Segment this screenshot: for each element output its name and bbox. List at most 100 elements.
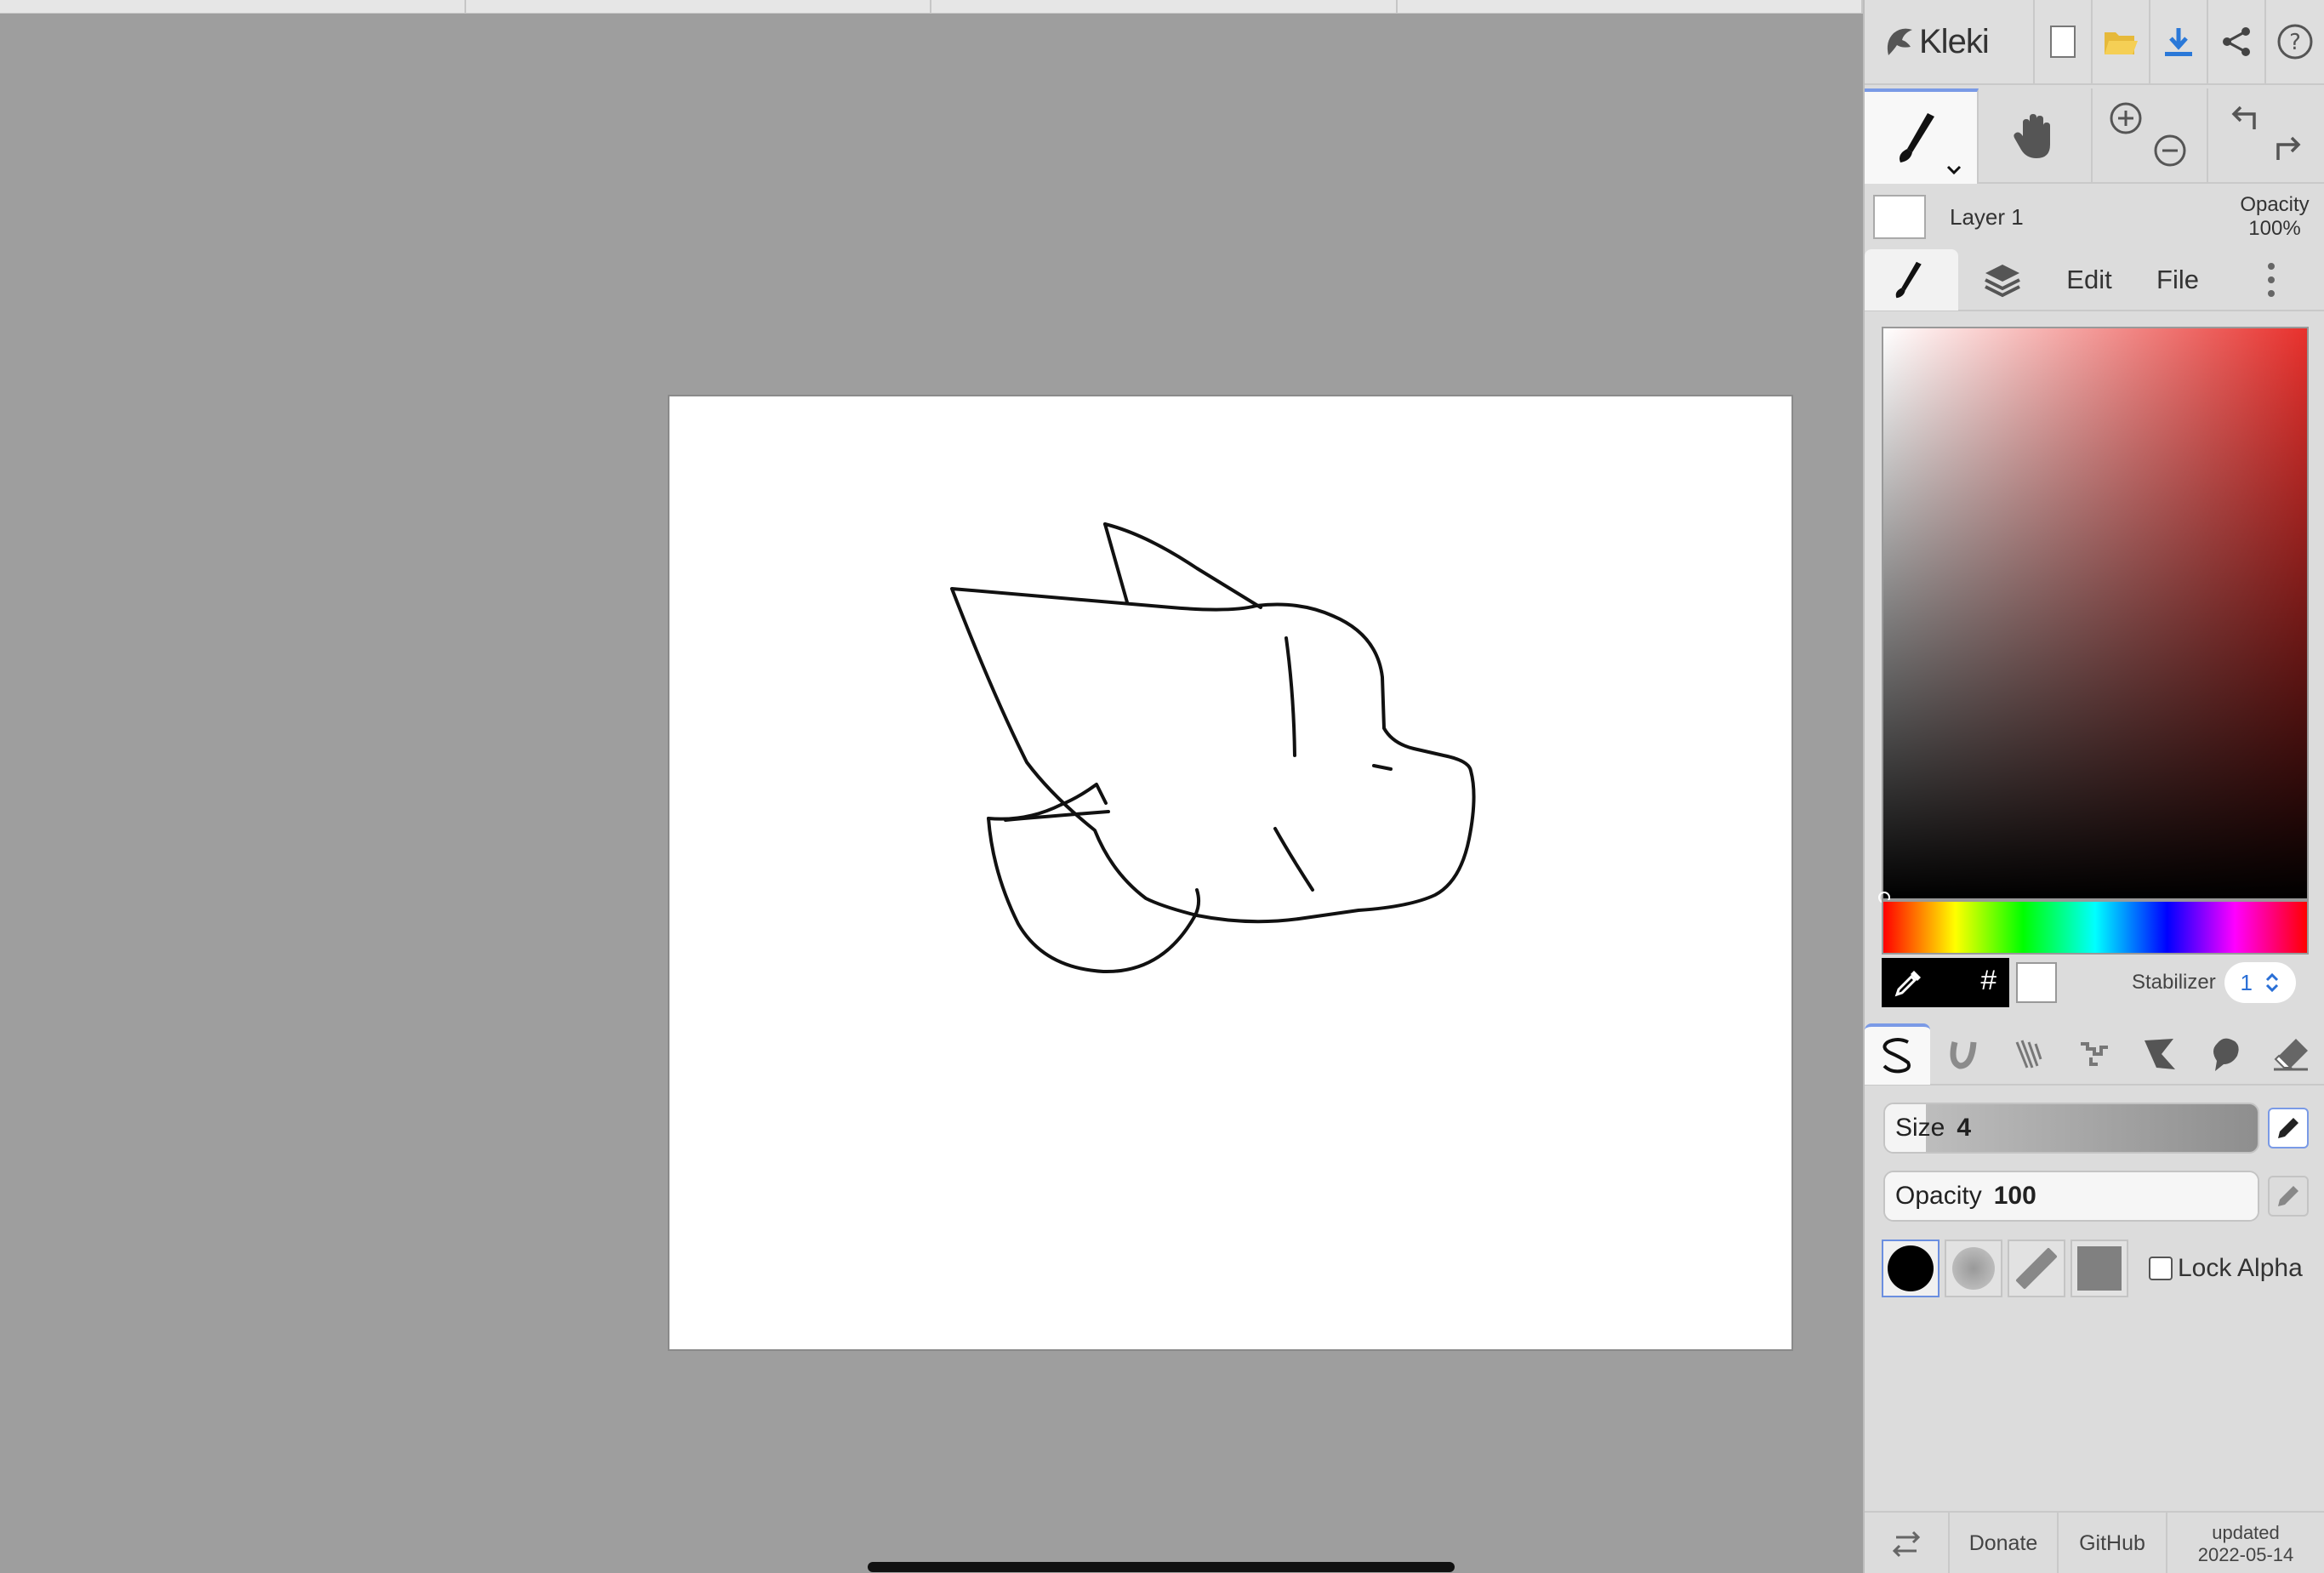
donate-link[interactable]: Donate bbox=[1950, 1513, 2059, 1573]
layer-opacity-value: 100% bbox=[2248, 217, 2301, 240]
updated-date: 2022-05-14 bbox=[2197, 1543, 2294, 1565]
brush-shape-row: Lock Alpha bbox=[1882, 1239, 2324, 1298]
pixel-brush-button[interactable] bbox=[2061, 1023, 2127, 1085]
new-image-button[interactable] bbox=[2035, 0, 2093, 84]
download-icon bbox=[2165, 28, 2192, 56]
chisel-shape[interactable] bbox=[2008, 1240, 2065, 1297]
home-indicator bbox=[868, 1562, 1455, 1572]
undo-icon[interactable] bbox=[2227, 100, 2261, 134]
sketchy-brush-icon bbox=[2015, 1040, 2042, 1069]
layer-thumbnail bbox=[1873, 195, 1926, 239]
pen-brush-button[interactable] bbox=[1865, 1023, 1930, 1085]
sketchy-brush-button[interactable] bbox=[1996, 1023, 2061, 1085]
eraser-button[interactable] bbox=[2258, 1023, 2323, 1085]
tab-segment[interactable] bbox=[931, 0, 1398, 13]
opacity-slider[interactable]: Opacity 100 bbox=[1883, 1171, 2259, 1222]
stabilizer-value: 1 bbox=[2240, 969, 2253, 995]
size-value: 4 bbox=[1957, 1114, 1972, 1142]
lock-alpha-toggle[interactable]: Lock Alpha bbox=[2149, 1254, 2303, 1283]
round-soft-shape[interactable] bbox=[1945, 1240, 2002, 1297]
browser-tab-strip bbox=[0, 0, 1863, 14]
redo-icon[interactable] bbox=[2271, 131, 2305, 165]
chisel-icon bbox=[2016, 1248, 2057, 1289]
svg-text:?: ? bbox=[2289, 30, 2301, 55]
tab-edit[interactable]: Edit bbox=[2047, 249, 2132, 311]
chevron-down-icon[interactable] bbox=[1946, 165, 1962, 175]
brush-icon bbox=[1900, 113, 1934, 162]
color-row: # Stabilizer 1 bbox=[1882, 958, 2315, 1007]
tab-brush[interactable] bbox=[1865, 249, 1958, 311]
soft-circle-icon bbox=[1952, 1247, 1995, 1290]
app-name: Kleki bbox=[1919, 22, 1990, 60]
blend-brush-icon bbox=[1950, 1041, 1976, 1069]
chemy-brush-icon bbox=[2144, 1039, 2175, 1069]
brush-icon bbox=[1895, 261, 1922, 299]
tab-segment[interactable] bbox=[0, 0, 466, 13]
stepper-icon bbox=[2265, 972, 2279, 993]
brush-type-row bbox=[1865, 1023, 2324, 1086]
opacity-pressure-toggle[interactable] bbox=[2268, 1176, 2309, 1217]
updated-label: updated bbox=[2212, 1521, 2280, 1543]
pen-brush-icon bbox=[1883, 1038, 1911, 1074]
sidebar: Kleki ? Layer 1 Opacity 100% Edit File #… bbox=[1863, 0, 2324, 1573]
saturation-value-picker[interactable] bbox=[1878, 327, 2309, 903]
history-controls bbox=[2208, 88, 2324, 184]
document-icon bbox=[2050, 26, 2076, 58]
hand-icon bbox=[2014, 114, 2050, 158]
kleki-logo-icon bbox=[1887, 28, 1912, 55]
swap-icon bbox=[1892, 1530, 1921, 1557]
sketch-drawing bbox=[950, 522, 1476, 974]
zoom-in-icon[interactable] bbox=[2108, 100, 2144, 136]
pen-pressure-icon bbox=[2278, 1118, 2298, 1138]
main-tool-row bbox=[1865, 88, 2324, 184]
kleki-logo[interactable]: Kleki bbox=[1865, 0, 2035, 84]
size-slider[interactable]: Size 4 bbox=[1883, 1103, 2259, 1154]
blend-brush-button[interactable] bbox=[1930, 1023, 1996, 1085]
open-file-button[interactable] bbox=[2093, 0, 2150, 84]
updated-info[interactable]: updated 2022-05-14 bbox=[2167, 1513, 2324, 1573]
smudge-brush-button[interactable] bbox=[2192, 1023, 2258, 1085]
stabilizer-label: Stabilizer bbox=[2132, 971, 2216, 994]
help-button[interactable]: ? bbox=[2266, 0, 2324, 84]
opacity-value: 100 bbox=[1993, 1182, 2036, 1210]
tab-segment[interactable] bbox=[1398, 0, 1863, 13]
layer-row[interactable]: Layer 1 Opacity 100% bbox=[1865, 185, 2324, 248]
panel-tabs: Edit File bbox=[1865, 249, 2324, 311]
zoom-out-icon[interactable] bbox=[2152, 133, 2188, 168]
layers-icon bbox=[1985, 265, 2020, 298]
share-icon bbox=[2223, 27, 2250, 56]
round-hard-shape[interactable] bbox=[1882, 1240, 1940, 1297]
opacity-label: Opacity bbox=[1895, 1182, 1982, 1210]
share-button[interactable] bbox=[2208, 0, 2266, 84]
more-icon bbox=[2268, 263, 2275, 297]
tab-file[interactable]: File bbox=[2132, 249, 2224, 311]
more-menu-button[interactable] bbox=[2224, 249, 2319, 311]
lock-alpha-checkbox[interactable] bbox=[2149, 1257, 2173, 1280]
circle-icon bbox=[1888, 1245, 1934, 1291]
hex-input-button[interactable]: # bbox=[1980, 966, 1997, 999]
tab-layers[interactable] bbox=[1958, 249, 2047, 311]
primary-color-swatch[interactable]: # bbox=[1882, 958, 2009, 1007]
eyedropper-icon[interactable] bbox=[1894, 967, 1924, 998]
secondary-color-swatch[interactable] bbox=[2016, 962, 2057, 1003]
square-icon bbox=[2077, 1246, 2122, 1291]
save-button[interactable] bbox=[2150, 0, 2208, 84]
hue-slider[interactable] bbox=[1882, 900, 2309, 955]
canvas-area[interactable] bbox=[0, 14, 1863, 1573]
hand-tool-button[interactable] bbox=[1979, 88, 2093, 184]
folder-icon bbox=[2105, 32, 2138, 54]
stabilizer-select[interactable]: 1 bbox=[2224, 962, 2296, 1003]
help-icon: ? bbox=[2277, 24, 2313, 60]
swap-ui-side-button[interactable] bbox=[1865, 1513, 1950, 1573]
brush-tool-button[interactable] bbox=[1865, 88, 1979, 184]
chemy-brush-button[interactable] bbox=[2127, 1023, 2192, 1085]
drawing-canvas[interactable] bbox=[668, 395, 1793, 1351]
lock-alpha-label: Lock Alpha bbox=[2178, 1254, 2303, 1282]
footer: Donate GitHub updated 2022-05-14 bbox=[1865, 1511, 2324, 1573]
layer-opacity: Opacity 100% bbox=[2224, 193, 2324, 241]
square-shape[interactable] bbox=[2071, 1240, 2128, 1297]
pixel-brush-icon bbox=[2080, 1042, 2108, 1066]
tab-segment[interactable] bbox=[466, 0, 931, 13]
size-pressure-toggle[interactable] bbox=[2268, 1108, 2309, 1148]
github-link[interactable]: GitHub bbox=[2059, 1513, 2167, 1573]
